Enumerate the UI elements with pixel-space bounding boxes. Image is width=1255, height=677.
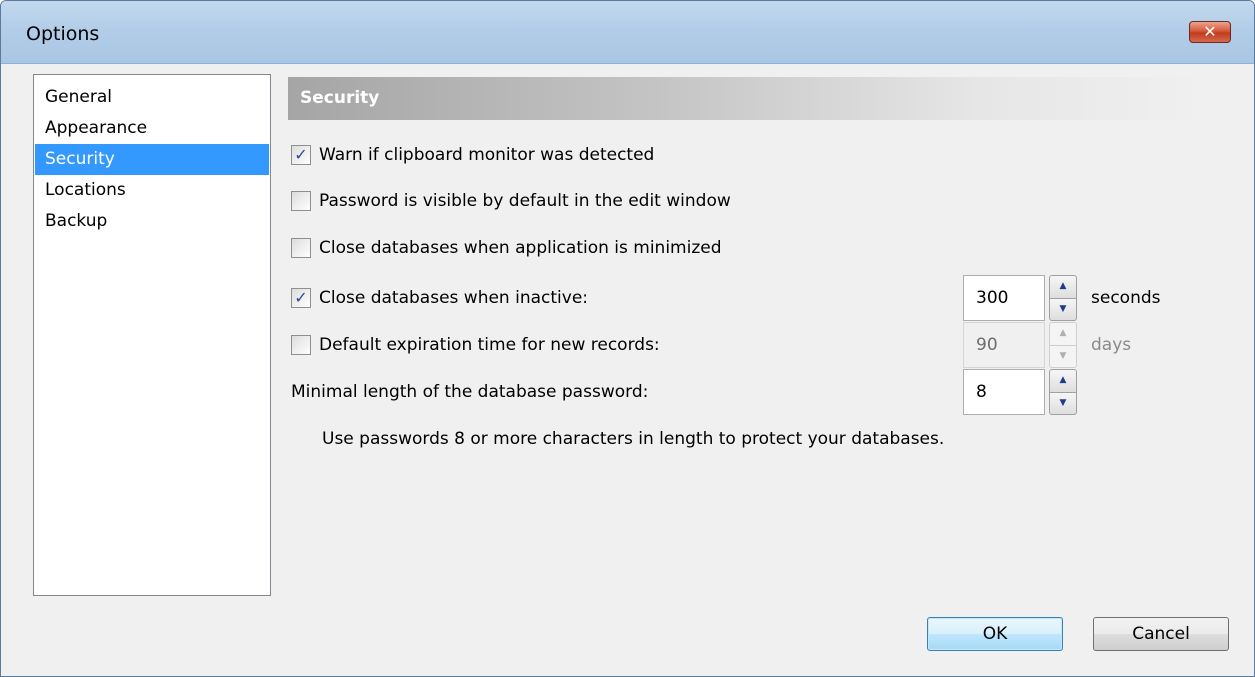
nav-item-locations[interactable]: Locations <box>35 175 269 206</box>
min-password-length-input[interactable]: 8 <box>963 369 1045 415</box>
arrow-down-icon: ▼ <box>1059 303 1067 314</box>
password-visible-label: Password is visible by default in the ed… <box>319 191 731 211</box>
close-inactive-unit: seconds <box>1091 288 1161 308</box>
options-category-list[interactable]: General Appearance Security Locations Ba… <box>33 74 271 596</box>
spin-up-button[interactable]: ▲ <box>1049 275 1077 299</box>
default-expiration-unit: days <box>1091 335 1132 355</box>
default-expiration-spinner: 90 ▲ ▼ days <box>963 322 1131 368</box>
password-visible-option[interactable]: Password is visible by default in the ed… <box>291 188 731 214</box>
title-bar[interactable]: Options ✕ <box>1 1 1254 64</box>
warn-clipboard-label: Warn if clipboard monitor was detected <box>319 145 655 165</box>
default-expiration-option[interactable]: Default expiration time for new records: <box>291 332 660 358</box>
default-expiration-input: 90 <box>963 322 1045 368</box>
password-visible-checkbox[interactable] <box>291 191 311 211</box>
ok-button[interactable]: OK <box>927 617 1063 651</box>
window-title: Options <box>26 23 100 45</box>
close-minimized-option[interactable]: Close databases when application is mini… <box>291 235 722 261</box>
close-minimized-label: Close databases when application is mini… <box>319 238 722 258</box>
spin-down-button[interactable]: ▼ <box>1049 298 1077 321</box>
warn-clipboard-checkbox[interactable]: ✓ <box>291 145 311 165</box>
nav-item-general[interactable]: General <box>35 82 269 113</box>
close-button[interactable]: ✕ <box>1189 21 1231 43</box>
check-icon: ✓ <box>294 145 308 164</box>
close-minimized-checkbox[interactable] <box>291 238 311 258</box>
warn-clipboard-option[interactable]: ✓ Warn if clipboard monitor was detected <box>291 142 654 168</box>
options-dialog: Options ✕ General Appearance Security Lo… <box>0 0 1255 677</box>
close-icon: ✕ <box>1203 22 1217 41</box>
nav-item-backup[interactable]: Backup <box>35 206 269 237</box>
password-length-hint: Use passwords 8 or more characters in le… <box>322 429 945 449</box>
close-inactive-label: Close databases when inactive: <box>319 288 589 308</box>
close-inactive-input[interactable]: 300 <box>963 275 1045 321</box>
nav-item-appearance[interactable]: Appearance <box>35 113 269 144</box>
check-icon: ✓ <box>294 288 308 307</box>
arrow-up-icon: ▲ <box>1059 328 1067 339</box>
spin-up-button: ▲ <box>1049 322 1077 346</box>
arrow-up-icon: ▲ <box>1059 281 1067 292</box>
close-inactive-spinner[interactable]: 300 ▲ ▼ seconds <box>963 275 1161 321</box>
section-header: Security <box>288 77 1208 120</box>
default-expiration-checkbox[interactable] <box>291 335 311 355</box>
dialog-content: General Appearance Security Locations Ba… <box>9 64 1246 668</box>
spin-down-button[interactable]: ▼ <box>1049 392 1077 415</box>
nav-item-security[interactable]: Security <box>35 144 269 175</box>
default-expiration-label: Default expiration time for new records: <box>319 335 660 355</box>
arrow-down-icon: ▼ <box>1059 397 1067 408</box>
spin-down-button: ▼ <box>1049 345 1077 368</box>
close-inactive-checkbox[interactable]: ✓ <box>291 288 311 308</box>
arrow-up-icon: ▲ <box>1059 375 1067 386</box>
close-inactive-option[interactable]: ✓ Close databases when inactive: <box>291 285 588 311</box>
arrow-down-icon: ▼ <box>1059 350 1067 361</box>
min-password-length-label: Minimal length of the database password: <box>291 382 649 402</box>
spin-up-button[interactable]: ▲ <box>1049 369 1077 393</box>
cancel-button[interactable]: Cancel <box>1093 617 1229 651</box>
min-password-length-option: Minimal length of the database password: <box>291 379 648 405</box>
min-password-length-spinner[interactable]: 8 ▲ ▼ <box>963 369 1077 415</box>
